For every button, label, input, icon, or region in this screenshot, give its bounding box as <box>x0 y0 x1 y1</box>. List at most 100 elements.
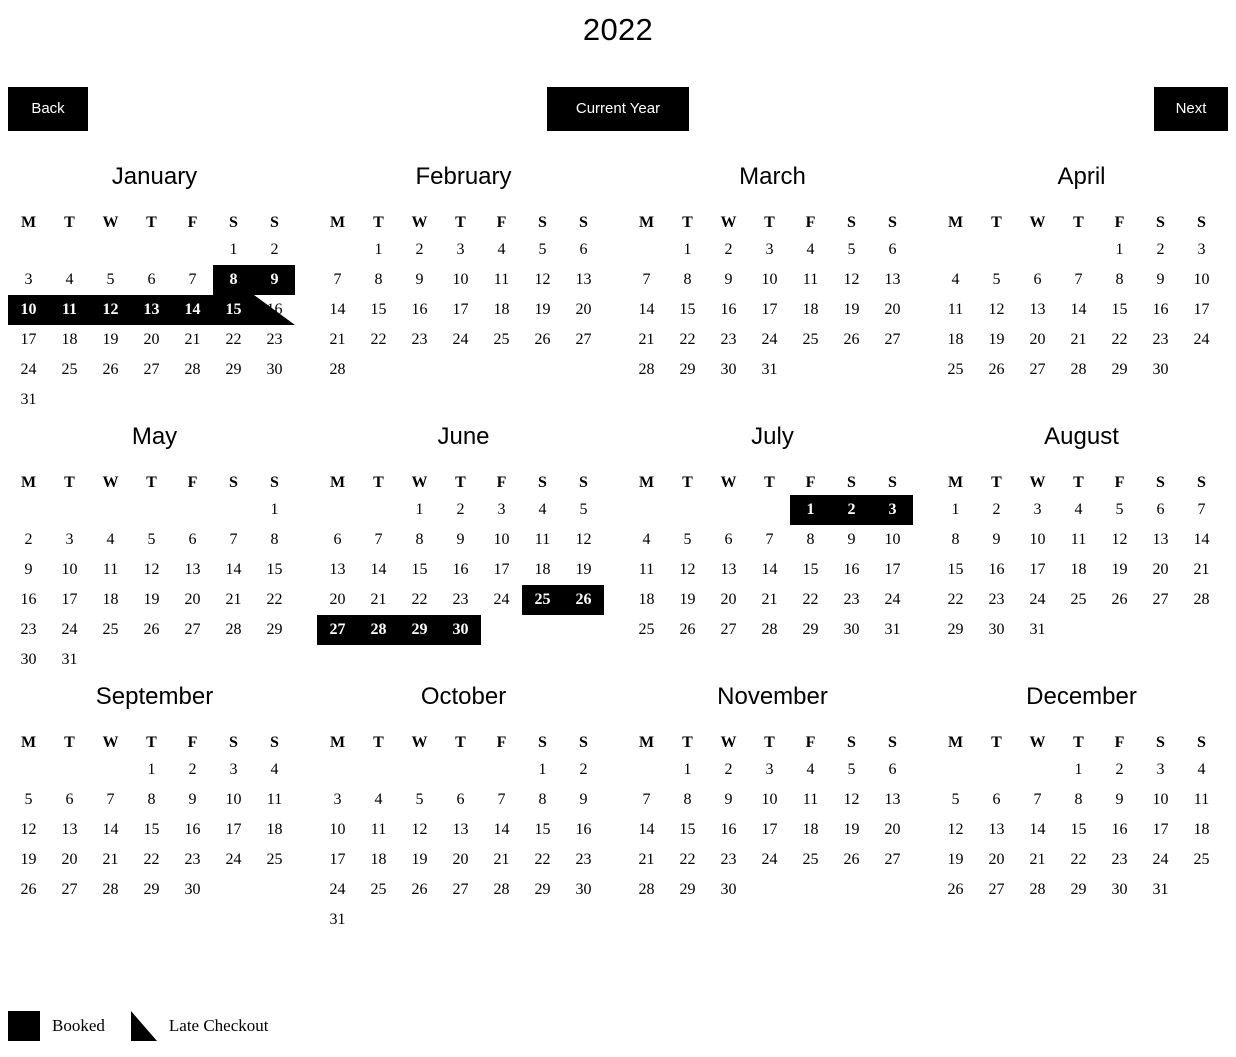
day-cell[interactable]: 3 <box>481 495 522 525</box>
day-cell[interactable]: 11 <box>790 265 831 295</box>
day-cell-booked[interactable]: 10 <box>8 295 49 325</box>
day-cell[interactable]: 7 <box>626 265 667 295</box>
day-cell[interactable]: 13 <box>49 815 90 845</box>
day-cell[interactable]: 2 <box>399 235 440 265</box>
day-cell[interactable]: 14 <box>358 555 399 585</box>
day-cell[interactable]: 31 <box>49 645 90 675</box>
day-cell[interactable]: 6 <box>131 265 172 295</box>
day-cell[interactable]: 22 <box>213 325 254 355</box>
day-cell[interactable]: 24 <box>872 585 913 615</box>
day-cell[interactable]: 8 <box>399 525 440 555</box>
day-cell[interactable]: 24 <box>1140 845 1181 875</box>
day-cell[interactable]: 15 <box>935 555 976 585</box>
day-cell[interactable]: 2 <box>563 755 604 785</box>
day-cell[interactable]: 18 <box>935 325 976 355</box>
day-cell-booked[interactable]: 2 <box>831 495 872 525</box>
day-cell[interactable]: 17 <box>749 815 790 845</box>
day-cell[interactable]: 20 <box>440 845 481 875</box>
day-cell[interactable]: 26 <box>90 355 131 385</box>
day-cell[interactable]: 14 <box>749 555 790 585</box>
day-cell[interactable]: 2 <box>1099 755 1140 785</box>
day-cell[interactable]: 28 <box>213 615 254 645</box>
day-cell[interactable]: 20 <box>708 585 749 615</box>
day-cell[interactable]: 1 <box>667 235 708 265</box>
day-cell[interactable]: 1 <box>1058 755 1099 785</box>
day-cell[interactable]: 25 <box>626 615 667 645</box>
day-cell[interactable]: 23 <box>1140 325 1181 355</box>
day-cell[interactable]: 25 <box>1058 585 1099 615</box>
day-cell[interactable]: 21 <box>1017 845 1058 875</box>
day-cell[interactable]: 17 <box>1017 555 1058 585</box>
day-cell[interactable]: 14 <box>317 295 358 325</box>
day-cell-late-checkout[interactable]: 16 <box>254 295 295 325</box>
day-cell[interactable]: 14 <box>90 815 131 845</box>
day-cell-booked[interactable]: 28 <box>358 615 399 645</box>
day-cell[interactable]: 17 <box>440 295 481 325</box>
day-cell[interactable]: 3 <box>317 785 358 815</box>
day-cell[interactable]: 17 <box>317 845 358 875</box>
day-cell[interactable]: 22 <box>790 585 831 615</box>
day-cell[interactable]: 12 <box>399 815 440 845</box>
day-cell[interactable]: 23 <box>563 845 604 875</box>
day-cell[interactable]: 29 <box>1099 355 1140 385</box>
day-cell[interactable]: 12 <box>831 785 872 815</box>
day-cell[interactable]: 12 <box>976 295 1017 325</box>
day-cell[interactable]: 12 <box>1099 525 1140 555</box>
day-cell[interactable]: 21 <box>626 325 667 355</box>
day-cell[interactable]: 26 <box>831 325 872 355</box>
day-cell[interactable]: 5 <box>831 235 872 265</box>
day-cell[interactable]: 27 <box>872 325 913 355</box>
day-cell[interactable]: 17 <box>872 555 913 585</box>
day-cell[interactable]: 31 <box>1140 875 1181 905</box>
day-cell[interactable]: 25 <box>481 325 522 355</box>
day-cell[interactable]: 29 <box>131 875 172 905</box>
day-cell-booked[interactable]: 27 <box>317 615 358 645</box>
day-cell[interactable]: 12 <box>831 265 872 295</box>
day-cell[interactable]: 19 <box>935 845 976 875</box>
day-cell[interactable]: 22 <box>935 585 976 615</box>
day-cell[interactable]: 4 <box>626 525 667 555</box>
day-cell[interactable]: 23 <box>172 845 213 875</box>
day-cell[interactable]: 8 <box>790 525 831 555</box>
day-cell[interactable]: 7 <box>626 785 667 815</box>
day-cell[interactable]: 15 <box>790 555 831 585</box>
day-cell[interactable]: 17 <box>1181 295 1222 325</box>
day-cell[interactable]: 26 <box>935 875 976 905</box>
day-cell[interactable]: 26 <box>522 325 563 355</box>
day-cell[interactable]: 29 <box>254 615 295 645</box>
day-cell[interactable]: 7 <box>1181 495 1222 525</box>
day-cell[interactable]: 20 <box>563 295 604 325</box>
day-cell[interactable]: 8 <box>358 265 399 295</box>
day-cell[interactable]: 18 <box>254 815 295 845</box>
day-cell[interactable]: 27 <box>131 355 172 385</box>
day-cell[interactable]: 4 <box>254 755 295 785</box>
day-cell[interactable]: 23 <box>8 615 49 645</box>
day-cell[interactable]: 4 <box>790 235 831 265</box>
day-cell[interactable]: 10 <box>481 525 522 555</box>
day-cell[interactable]: 13 <box>317 555 358 585</box>
day-cell[interactable]: 19 <box>131 585 172 615</box>
day-cell[interactable]: 10 <box>213 785 254 815</box>
day-cell[interactable]: 9 <box>399 265 440 295</box>
day-cell[interactable]: 19 <box>667 585 708 615</box>
day-cell[interactable]: 28 <box>317 355 358 385</box>
day-cell[interactable]: 7 <box>172 265 213 295</box>
day-cell[interactable]: 21 <box>1181 555 1222 585</box>
day-cell[interactable]: 1 <box>1099 235 1140 265</box>
day-cell[interactable]: 25 <box>90 615 131 645</box>
day-cell[interactable]: 10 <box>317 815 358 845</box>
day-cell[interactable]: 11 <box>90 555 131 585</box>
day-cell-booked[interactable]: 8 <box>213 265 254 295</box>
day-cell[interactable]: 16 <box>399 295 440 325</box>
day-cell[interactable]: 21 <box>213 585 254 615</box>
day-cell[interactable]: 20 <box>49 845 90 875</box>
day-cell[interactable]: 13 <box>1017 295 1058 325</box>
day-cell[interactable]: 30 <box>172 875 213 905</box>
day-cell[interactable]: 22 <box>522 845 563 875</box>
day-cell-booked[interactable]: 26 <box>563 585 604 615</box>
day-cell[interactable]: 30 <box>8 645 49 675</box>
day-cell[interactable]: 16 <box>1099 815 1140 845</box>
day-cell-booked[interactable]: 9 <box>254 265 295 295</box>
day-cell-booked[interactable]: 11 <box>49 295 90 325</box>
day-cell[interactable]: 1 <box>935 495 976 525</box>
